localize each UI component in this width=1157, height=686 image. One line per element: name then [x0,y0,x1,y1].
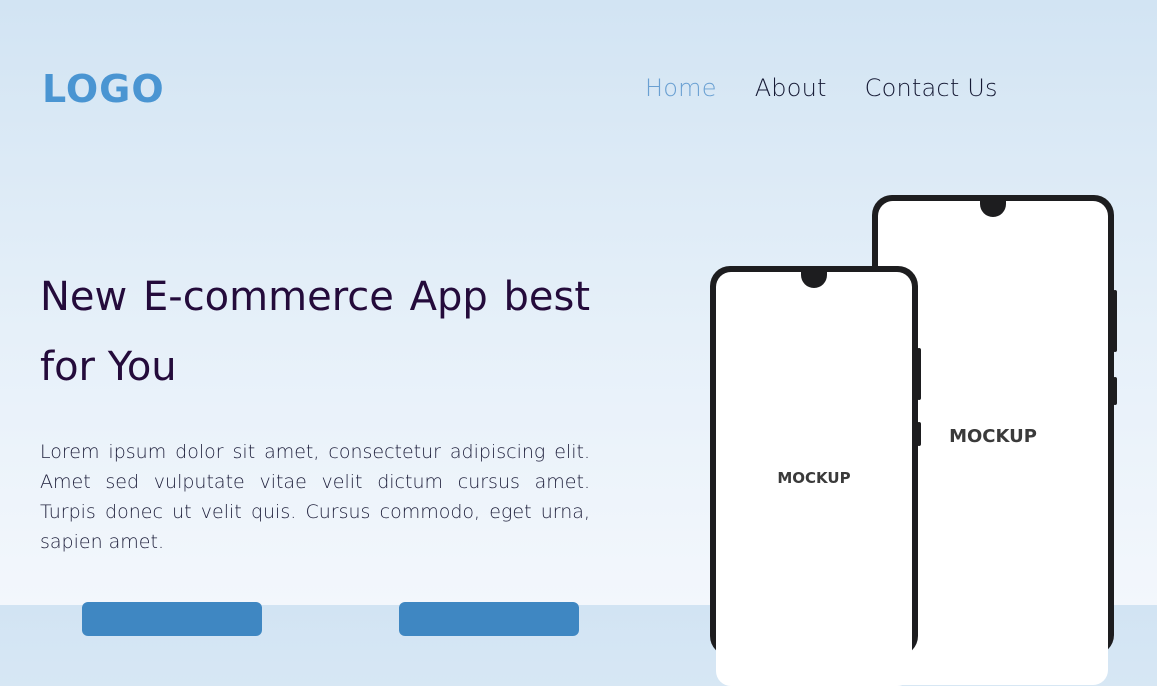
phone-mockup-front: MOCKUP [710,266,921,686]
phone-side-button [917,422,921,446]
main-nav: Home About Contact Us [645,74,998,102]
nav-item-home[interactable]: Home [645,74,717,102]
phone-side-button [1113,290,1117,352]
nav-item-contact-us[interactable]: Contact Us [865,74,998,102]
nav-item-about[interactable]: About [755,74,827,102]
mockup-label: MOCKUP [777,469,851,487]
hero-primary-button[interactable] [82,602,262,636]
hero-title: New E-commerce App best for You [40,274,590,390]
phone-side-button [917,348,921,400]
hero-secondary-button[interactable] [399,602,579,636]
logo[interactable]: LOGO [42,67,165,111]
hero-description: Lorem ipsum dolor sit amet, consectetur … [40,441,590,553]
phone-side-button [1113,377,1117,405]
